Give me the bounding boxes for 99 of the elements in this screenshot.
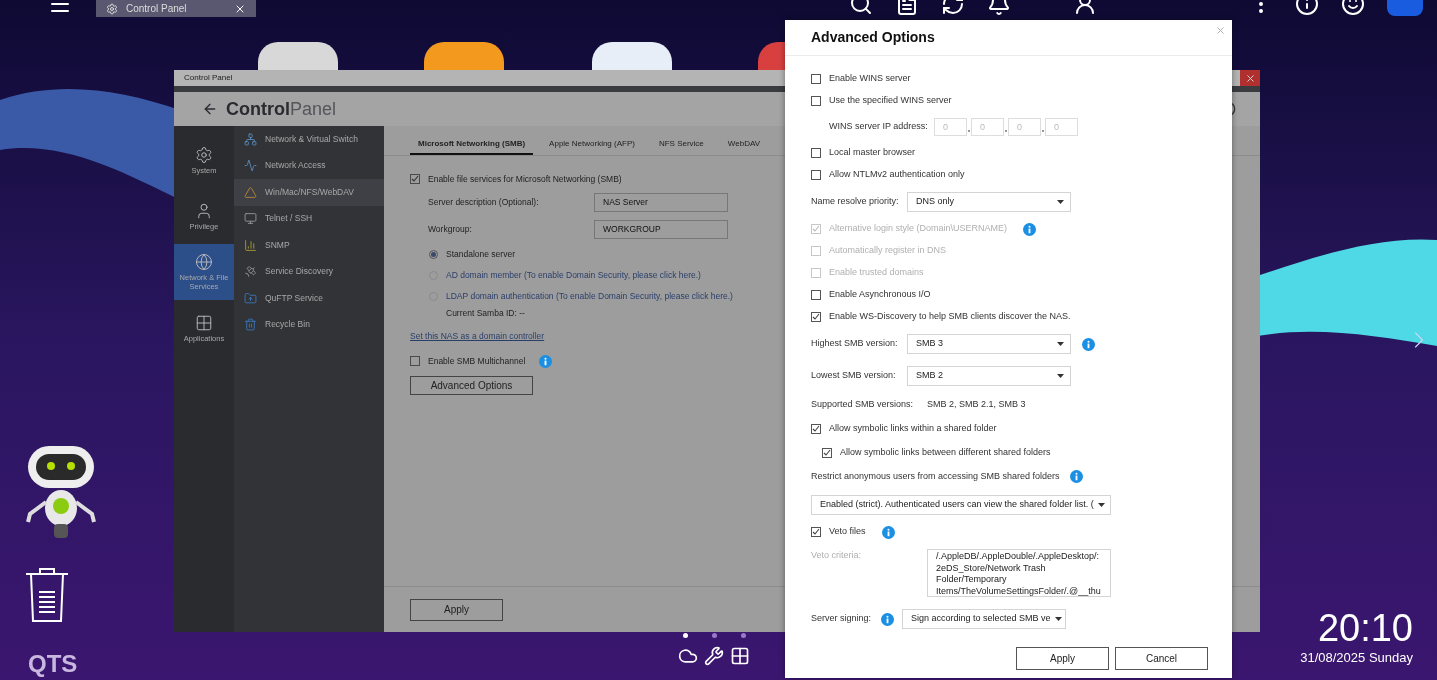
triangle-icon — [244, 185, 257, 199]
menu-item[interactable]: Win/Mac/NFS/WebDAV — [234, 179, 384, 206]
option-label: Allow symbolic links between different shared folders — [840, 445, 1051, 459]
gear-icon — [195, 145, 213, 164]
checkbox[interactable] — [811, 74, 821, 84]
option-label: Enable WS-Discovery to help SMB clients discover the NAS. — [829, 310, 1071, 324]
tab[interactable]: Apple Networking (AFP) — [541, 138, 643, 155]
checkbox[interactable] — [410, 174, 420, 184]
checkbox[interactable] — [410, 356, 420, 366]
trash-icon[interactable] — [24, 566, 70, 624]
text-field[interactable]: WORKGROUP — [594, 220, 728, 239]
menu-item[interactable]: Recycle Bin — [234, 311, 384, 338]
field-value: SMB 2, SMB 2.1, SMB 3 — [927, 398, 1026, 411]
option-label: Allow symbolic links within a shared folder — [829, 421, 997, 435]
option-label: Allow NTLMv2 authentication only — [829, 168, 965, 182]
dropdown[interactable]: SMB 3 — [907, 334, 1071, 354]
tab[interactable]: Microsoft Networking (SMB) — [410, 138, 534, 155]
option-label: Enable file services for Microsoft Networking (SMB) — [428, 172, 622, 186]
database-app-icon[interactable] — [592, 42, 672, 70]
checkbox[interactable] — [822, 447, 832, 458]
menu-item[interactable]: QuFTP Service — [234, 285, 384, 312]
caret-icon — [1057, 374, 1064, 378]
user-icon — [195, 201, 213, 220]
option-label: Enable trusted domains — [829, 266, 924, 280]
menu-item[interactable]: SNMP — [234, 232, 384, 259]
folder-app-icon[interactable] — [424, 42, 504, 70]
option-label: Automatically register in DNS — [829, 244, 947, 258]
cloud-icon[interactable] — [678, 646, 698, 666]
window-title: Control Panel — [184, 72, 233, 84]
clock: 20:10 — [1317, 608, 1413, 648]
advanced-options-button[interactable]: Advanced Options — [410, 375, 533, 395]
caret-icon — [1057, 342, 1064, 346]
trash-icon — [244, 318, 257, 332]
checkbox[interactable] — [811, 170, 821, 180]
apply-button[interactable]: Apply — [410, 598, 503, 621]
radio-link-label[interactable]: LDAP domain authentication (To enable Domain Security, please click here.) — [446, 289, 733, 303]
app-icon[interactable] — [258, 42, 338, 70]
menu-item[interactable]: Telnet / SSH — [234, 205, 384, 232]
caret-icon — [1097, 503, 1105, 507]
dialog-button[interactable]: Apply — [1016, 647, 1109, 670]
option-label: Enable SMB Multichannel — [428, 354, 526, 368]
caret-icon — [1054, 617, 1062, 621]
menu-item[interactable]: Network & Virtual Switch — [234, 126, 384, 153]
option-label: Enable Asynchronous I/O — [829, 288, 931, 302]
tab[interactable]: WebDAV — [719, 138, 768, 155]
text-field[interactable]: NAS Server — [594, 193, 728, 212]
checkbox[interactable] — [811, 423, 821, 434]
dropdown[interactable]: Enabled (strict). Authenticated users can view the shared folder list. ( — [811, 495, 1111, 515]
field-label: Supported SMB versions: — [811, 398, 915, 411]
network-icon — [244, 132, 257, 146]
menu-item[interactable]: Network Access — [234, 152, 384, 179]
field-label: Server signing: — [811, 612, 872, 626]
checkbox[interactable] — [811, 96, 821, 106]
option-label: Enable WINS server — [829, 72, 911, 86]
satellite-dish-icon — [244, 265, 257, 279]
tab[interactable]: NFS Service — [650, 138, 712, 155]
dropdown[interactable]: SMB 2 — [907, 366, 1071, 386]
field-label: Workgroup: — [428, 223, 473, 236]
checkbox[interactable] — [811, 312, 821, 322]
option-label: Local master browser — [829, 146, 916, 160]
apps-icon — [195, 313, 213, 332]
bar-chart-icon — [244, 238, 257, 252]
dropdown[interactable]: DNS only — [907, 192, 1071, 212]
close-button[interactable] — [1240, 70, 1260, 86]
option-label: Veto files — [829, 525, 866, 539]
field-label: Lowest SMB version: — [811, 369, 897, 383]
dropdown[interactable]: Sign according to selected SMB ve — [902, 609, 1067, 629]
menu-item[interactable]: Service Discovery — [234, 258, 384, 285]
dialog-button[interactable]: Cancel — [1115, 647, 1208, 670]
radio-label: Standalone server — [446, 247, 515, 261]
back-icon[interactable] — [202, 101, 218, 117]
field-label: Name resolve priority: — [811, 195, 900, 209]
domain-controller-link[interactable]: Set this NAS as a domain controller — [410, 329, 545, 343]
checkbox[interactable] — [811, 148, 821, 158]
samba-id-text: Current Samba ID: -- — [446, 307, 525, 320]
wave-line-icon — [244, 159, 257, 173]
gear-icon — [106, 2, 118, 15]
brand-label: QTS — [28, 649, 78, 679]
folder-upload-icon — [244, 291, 257, 305]
field-label: Server description (Optional): — [428, 196, 540, 209]
checkbox[interactable] — [811, 290, 821, 300]
monitor-icon — [244, 212, 257, 226]
caret-icon — [1057, 200, 1064, 204]
section-label: Restrict anonymous users from accessing SMB shared folders — [811, 469, 1060, 483]
field-label: WINS server IP address: — [829, 120, 928, 134]
dialog-title: Advanced Options — [811, 28, 935, 47]
app-tab[interactable]: Control Panel — [96, 0, 256, 17]
field-label: Highest SMB version: — [811, 337, 899, 351]
field-label: Veto criteria: — [811, 549, 863, 562]
option-label: Alternative login style (Domain\USERNAME) — [829, 222, 1008, 236]
date: 31/08/2025 Sunday — [1300, 649, 1413, 667]
checkbox[interactable] — [811, 527, 821, 537]
radio-link-label[interactable]: AD domain member (To enable Domain Security, please click here.) — [446, 268, 701, 282]
close-icon — [1244, 72, 1256, 84]
grid-icon[interactable] — [730, 646, 750, 666]
wrench-icon[interactable] — [704, 646, 724, 666]
globe-icon — [195, 253, 213, 271]
app-heading: ControlPanel — [226, 97, 337, 121]
option-label: Use the specified WINS server — [829, 94, 952, 108]
